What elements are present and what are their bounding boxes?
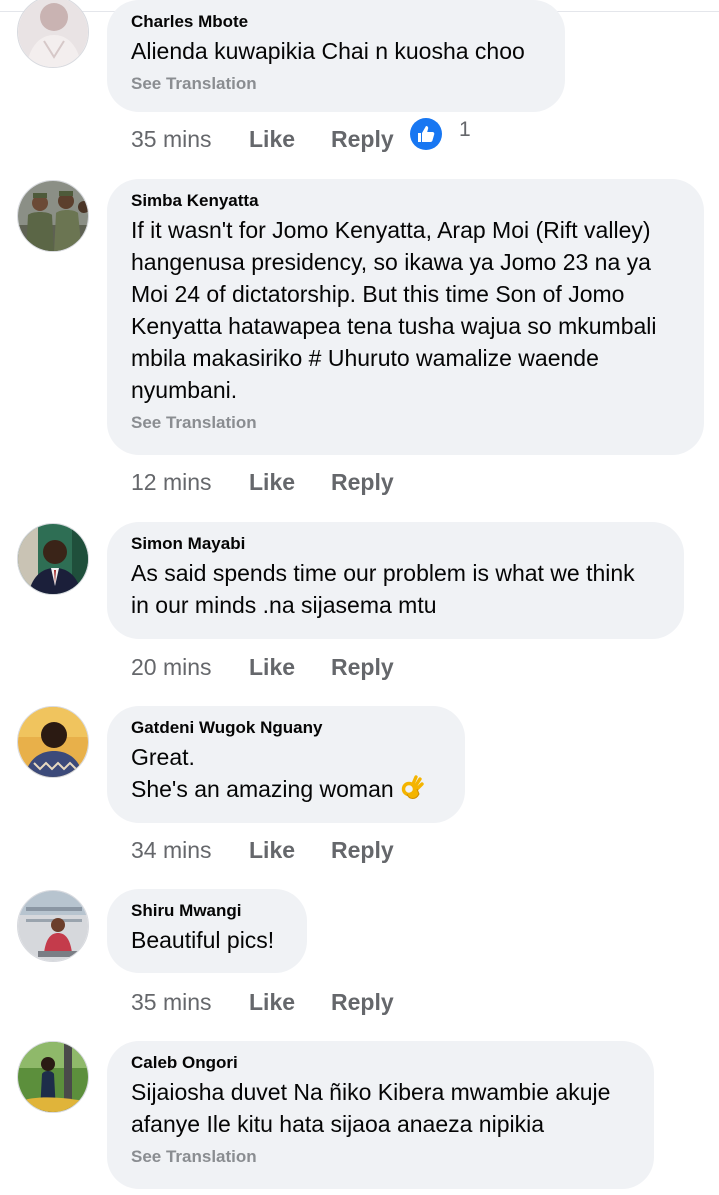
reply-button[interactable]: Reply [331,650,394,684]
like-button[interactable]: Like [249,122,331,156]
comment-text: Great. She's an amazing woman [131,741,441,809]
comment-text: Alienda kuwapikia Chai n kuosha choo [131,38,525,64]
comment-actions: 35 mins Like Reply [131,122,394,156]
like-button[interactable]: Like [249,833,331,867]
see-translation-link[interactable]: See Translation [131,412,680,434]
avatar[interactable] [17,523,89,595]
comment-author[interactable]: Charles Mbote [131,12,541,32]
like-button[interactable]: Like [249,985,331,1019]
comment-bubble: Caleb Ongori Sijaiosha duvet Na ñiko Kib… [107,1041,654,1189]
like-button[interactable]: Like [249,465,331,499]
avatar[interactable] [17,180,89,252]
avatar[interactable] [17,706,89,778]
comment-timestamp[interactable]: 35 mins [131,985,249,1019]
avatar[interactable] [17,1041,89,1113]
comment-bubble: Shiru Mwangi Beautiful pics! [107,889,307,973]
comment-bubble: Simba Kenyatta If it wasn't for Jomo Ken… [107,179,704,455]
comment-bubble: Charles Mbote Alienda kuwapikia Chai n k… [107,0,565,112]
comment-author[interactable]: Caleb Ongori [131,1053,630,1073]
reaction-summary[interactable]: 1 [410,117,471,151]
reaction-count: 1 [459,118,471,141]
comment-text: Beautiful pics! [131,927,275,953]
like-button[interactable]: Like [249,650,331,684]
comment-text: Sijaiosha duvet Na ñiko Kibera mwambie a… [131,1079,611,1137]
comment-timestamp[interactable]: 34 mins [131,833,249,867]
comment-bubble: Gatdeni Wugok Nguany Great. She's an ama… [107,706,465,823]
ok-hand-emoji [400,775,424,809]
reply-button[interactable]: Reply [331,465,394,499]
comment-text: If it wasn't for Jomo Kenyatta, Arap Moi… [131,217,657,403]
comment-actions: 35 mins Like Reply [131,985,394,1019]
see-translation-link[interactable]: See Translation [131,1146,630,1168]
comment-actions: 20 mins Like Reply [131,650,394,684]
comment-timestamp[interactable]: 20 mins [131,650,249,684]
thumbs-up-icon [410,118,442,150]
comment-author[interactable]: Shiru Mwangi [131,901,283,921]
avatar[interactable] [17,0,89,68]
comment-text: As said spends time our problem is what … [131,560,635,618]
reply-button[interactable]: Reply [331,985,394,1019]
comment-actions: 12 mins Like Reply [131,465,394,499]
reply-button[interactable]: Reply [331,122,394,156]
comment-author[interactable]: Gatdeni Wugok Nguany [131,718,441,738]
comment-actions: 34 mins Like Reply [131,833,394,867]
comment-timestamp[interactable]: 35 mins [131,122,249,156]
comment-timestamp[interactable]: 12 mins [131,465,249,499]
see-translation-link[interactable]: See Translation [131,73,541,95]
comment-bubble: Simon Mayabi As said spends time our pro… [107,522,684,639]
reply-button[interactable]: Reply [331,833,394,867]
comment-author[interactable]: Simba Kenyatta [131,191,680,211]
avatar[interactable] [17,890,89,962]
comment-author[interactable]: Simon Mayabi [131,534,660,554]
